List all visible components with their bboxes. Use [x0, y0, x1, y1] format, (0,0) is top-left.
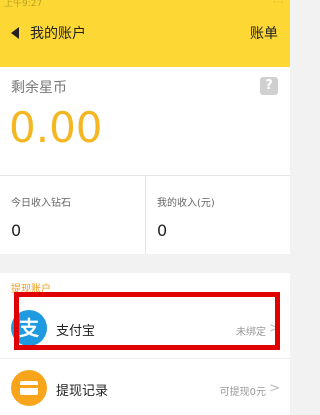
chevron-right-icon: > [269, 321, 280, 336]
alipay-status: 未绑定 [236, 327, 266, 338]
my-income-label: 我的收入(元) [157, 198, 215, 209]
today-income: 今日收入钻石 0 [0, 176, 144, 254]
chevron-right-icon: > [269, 381, 280, 396]
today-income-label: 今日收入钻石 [11, 198, 71, 209]
balance-value: 0.00 [9, 103, 103, 152]
status-time: 上午9:27 [4, 0, 43, 9]
balance-label: 剩余星币 [11, 80, 67, 96]
card-shape [20, 381, 38, 395]
card-stripe [20, 385, 38, 388]
withdraw-records-label: 提现记录 [56, 384, 109, 399]
alipay-row[interactable]: 支 支付宝 未绑定 > [0, 303, 290, 353]
my-income: 我的收入(元) 0 [145, 176, 290, 254]
withdraw-section: 提现账户 支 支付宝 未绑定 > 提现记录 可提现0元 > [0, 273, 290, 415]
withdraw-section-title: 提现账户 [11, 284, 51, 295]
divider [0, 358, 290, 359]
app-header: 上午9:27 ··· 我的账户 账单 [0, 0, 290, 67]
my-income-value: 0 [157, 221, 168, 240]
bill-button[interactable]: 账单 [250, 23, 278, 43]
wallet-icon [11, 370, 47, 406]
withdrawable-amount: 可提现0元 [219, 387, 266, 398]
status-bar: 上午9:27 ··· [0, 0, 290, 10]
today-income-value: 0 [11, 221, 22, 240]
back-arrow-icon[interactable] [11, 27, 19, 39]
alipay-label: 支付宝 [56, 324, 96, 339]
withdraw-records-row[interactable]: 提现记录 可提现0元 > [0, 363, 290, 413]
status-icons: ··· [273, 0, 284, 7]
page-title: 我的账户 [30, 26, 86, 42]
balance-card: 剩余星币 ? 0.00 [0, 67, 290, 175]
alipay-icon: 支 [11, 310, 47, 346]
help-icon[interactable]: ? [260, 77, 278, 95]
income-panel: 今日收入钻石 0 我的收入(元) 0 [0, 175, 290, 254]
